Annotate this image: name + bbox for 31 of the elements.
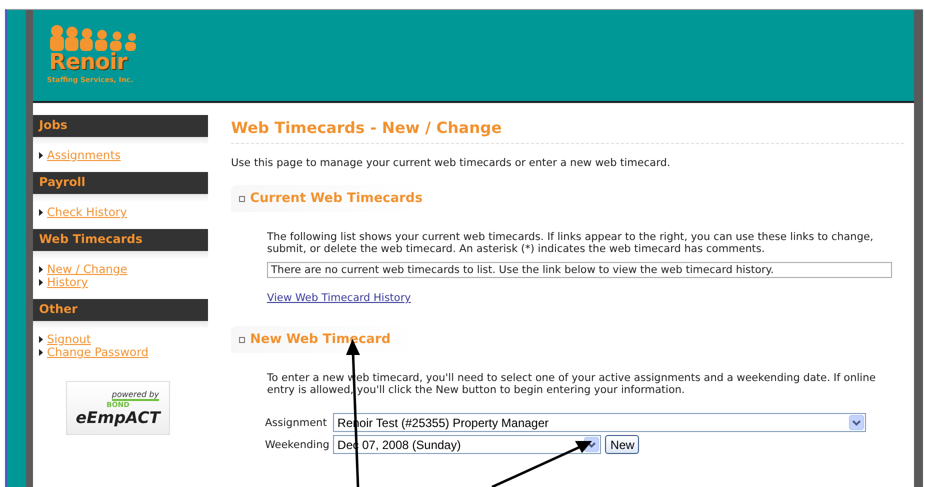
- bullet-icon: [39, 266, 43, 273]
- sidebar-link[interactable]: Check History: [39, 206, 127, 219]
- badge-product: eEmpACT: [76, 409, 160, 426]
- bullet-icon: [39, 209, 43, 216]
- field-label: Weekending: [265, 438, 330, 450]
- intro-text: Use this page to manage your current web timecards or enter a new web timecard.: [231, 157, 672, 169]
- bullet-icon: [39, 152, 43, 159]
- bullet-icon: [39, 279, 43, 286]
- sidebar-link[interactable]: New / Change: [39, 263, 128, 276]
- new-button[interactable]: New: [605, 435, 640, 454]
- field-label: Assignment: [265, 416, 328, 428]
- sidebar-heading: Web Timecards: [33, 229, 208, 251]
- history-link[interactable]: View Web Timecard History: [267, 292, 411, 304]
- page-title: Web Timecards - New / Change: [231, 119, 904, 144]
- sidebar-link[interactable]: Assignments: [39, 149, 121, 162]
- square-icon: [239, 336, 245, 342]
- sidebar-link[interactable]: History: [39, 276, 88, 289]
- section-description: The following list shows your current web timecards. If links appear to the right, you can use these links to change, submit, or delete the web timecard. An asterisk (*) indicates the web timecard has comments.: [267, 231, 874, 255]
- sidebar-link[interactable]: Signout: [39, 333, 91, 346]
- sidebar-heading: Other: [33, 299, 208, 321]
- section-title: New Web Timecard: [250, 332, 391, 347]
- sidebar-link[interactable]: Change Password: [39, 346, 148, 359]
- section-title: Current Web Timecards: [250, 191, 423, 206]
- logo-name: Renoir: [49, 52, 128, 74]
- square-icon: [239, 196, 245, 202]
- sidebar-heading: Payroll: [33, 172, 208, 194]
- empty-list-message: There are no current web timecards to list. Use the link below to view the web timecard history.: [267, 262, 892, 278]
- bullet-icon: [39, 336, 43, 343]
- sidebar-heading: Jobs: [33, 115, 208, 137]
- badge-caption: powered by: [112, 390, 159, 401]
- bullet-icon: [39, 349, 43, 356]
